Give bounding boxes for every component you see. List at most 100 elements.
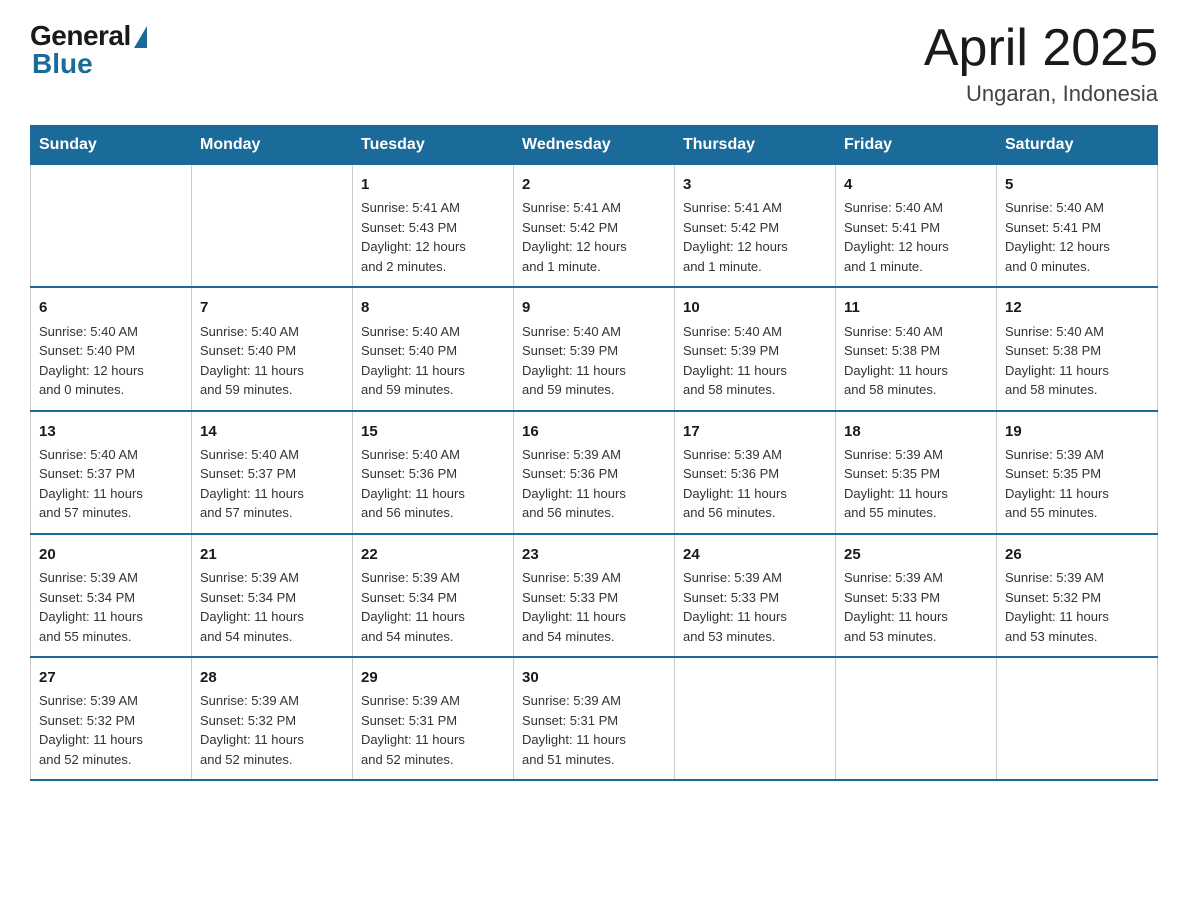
calendar-cell: 23Sunrise: 5:39 AMSunset: 5:33 PMDayligh… xyxy=(514,534,675,657)
day-number: 21 xyxy=(200,543,344,566)
day-number: 17 xyxy=(683,420,827,443)
day-number: 27 xyxy=(39,666,183,689)
calendar-cell xyxy=(836,657,997,780)
day-info: Sunrise: 5:39 AMSunset: 5:31 PMDaylight:… xyxy=(522,691,666,769)
day-number: 7 xyxy=(200,296,344,319)
calendar-header-friday: Friday xyxy=(836,126,997,165)
day-number: 15 xyxy=(361,420,505,443)
calendar-cell: 10 Sunrise: 5:40 AMSunset: 5:39 PMDayligh… xyxy=(675,287,836,410)
calendar-cell: 9 Sunrise: 5:40 AMSunset: 5:39 PMDaylight… xyxy=(514,287,675,410)
calendar-cell: 6 Sunrise: 5:40 AMSunset: 5:40 PMDaylight… xyxy=(31,287,192,410)
calendar-cell: 29Sunrise: 5:39 AMSunset: 5:31 PMDayligh… xyxy=(353,657,514,780)
page-title: April 2025 xyxy=(924,20,1158,77)
day-number: 5 xyxy=(1005,173,1149,196)
calendar-cell: 14Sunrise: 5:40 AMSunset: 5:37 PMDayligh… xyxy=(192,411,353,534)
day-number: 12 xyxy=(1005,296,1149,319)
calendar-header-wednesday: Wednesday xyxy=(514,126,675,165)
day-info: Sunrise: 5:39 AMSunset: 5:36 PMDaylight:… xyxy=(683,445,827,523)
calendar-cell: 20Sunrise: 5:39 AMSunset: 5:34 PMDayligh… xyxy=(31,534,192,657)
calendar-cell: 21Sunrise: 5:39 AMSunset: 5:34 PMDayligh… xyxy=(192,534,353,657)
calendar-cell: 8 Sunrise: 5:40 AMSunset: 5:40 PMDaylight… xyxy=(353,287,514,410)
day-info: Sunrise: 5:40 AMSunset: 5:37 PMDaylight:… xyxy=(39,445,183,523)
calendar-cell: 30Sunrise: 5:39 AMSunset: 5:31 PMDayligh… xyxy=(514,657,675,780)
calendar-cell: 7Sunrise: 5:40 AMSunset: 5:40 PMDaylight… xyxy=(192,287,353,410)
day-info: Sunrise: 5:40 AMSunset: 5:38 PMDaylight:… xyxy=(1005,322,1149,400)
day-number: 26 xyxy=(1005,543,1149,566)
logo-blue-text: Blue xyxy=(32,48,93,80)
day-info: Sunrise: 5:39 AMSunset: 5:33 PMDaylight:… xyxy=(844,568,988,646)
calendar-cell: 26Sunrise: 5:39 AMSunset: 5:32 PMDayligh… xyxy=(997,534,1158,657)
day-info: Sunrise: 5:40 AMSunset: 5:37 PMDaylight:… xyxy=(200,445,344,523)
calendar-cell xyxy=(997,657,1158,780)
day-number: 14 xyxy=(200,420,344,443)
day-info: Sunrise: 5:39 AMSunset: 5:33 PMDaylight:… xyxy=(522,568,666,646)
day-info: Sunrise: 5:40 AMSunset: 5:41 PMDaylight:… xyxy=(1005,198,1149,276)
day-number: 24 xyxy=(683,543,827,566)
title-block: April 2025 Ungaran, Indonesia xyxy=(924,20,1158,107)
calendar-cell: 24Sunrise: 5:39 AMSunset: 5:33 PMDayligh… xyxy=(675,534,836,657)
day-number: 23 xyxy=(522,543,666,566)
calendar-cell: 15Sunrise: 5:40 AMSunset: 5:36 PMDayligh… xyxy=(353,411,514,534)
calendar-cell: 22Sunrise: 5:39 AMSunset: 5:34 PMDayligh… xyxy=(353,534,514,657)
day-info: Sunrise: 5:40 AMSunset: 5:39 PMDaylight:… xyxy=(683,322,827,400)
calendar-cell: 17Sunrise: 5:39 AMSunset: 5:36 PMDayligh… xyxy=(675,411,836,534)
calendar-cell: 27Sunrise: 5:39 AMSunset: 5:32 PMDayligh… xyxy=(31,657,192,780)
day-number: 19 xyxy=(1005,420,1149,443)
calendar-week-row: 13Sunrise: 5:40 AMSunset: 5:37 PMDayligh… xyxy=(31,411,1158,534)
calendar-table: SundayMondayTuesdayWednesdayThursdayFrid… xyxy=(30,125,1158,781)
day-info: Sunrise: 5:40 AMSunset: 5:40 PMDaylight:… xyxy=(361,322,505,400)
day-number: 29 xyxy=(361,666,505,689)
day-number: 11 xyxy=(844,296,988,319)
calendar-cell: 13Sunrise: 5:40 AMSunset: 5:37 PMDayligh… xyxy=(31,411,192,534)
logo-triangle-icon xyxy=(134,26,147,48)
day-number: 28 xyxy=(200,666,344,689)
day-number: 8 xyxy=(361,296,505,319)
day-info: Sunrise: 5:41 AMSunset: 5:42 PMDaylight:… xyxy=(683,198,827,276)
calendar-week-row: 1Sunrise: 5:41 AMSunset: 5:43 PMDaylight… xyxy=(31,165,1158,288)
calendar-header-tuesday: Tuesday xyxy=(353,126,514,165)
calendar-header-row: SundayMondayTuesdayWednesdayThursdayFrid… xyxy=(31,126,1158,165)
day-info: Sunrise: 5:39 AMSunset: 5:34 PMDaylight:… xyxy=(39,568,183,646)
page-subtitle: Ungaran, Indonesia xyxy=(924,81,1158,107)
calendar-cell: 11 Sunrise: 5:40 AMSunset: 5:38 PMDayligh… xyxy=(836,287,997,410)
calendar-cell xyxy=(192,165,353,288)
calendar-week-row: 6 Sunrise: 5:40 AMSunset: 5:40 PMDaylight… xyxy=(31,287,1158,410)
calendar-cell xyxy=(675,657,836,780)
calendar-cell: 1Sunrise: 5:41 AMSunset: 5:43 PMDaylight… xyxy=(353,165,514,288)
calendar-cell: 2Sunrise: 5:41 AMSunset: 5:42 PMDaylight… xyxy=(514,165,675,288)
day-info: Sunrise: 5:41 AMSunset: 5:43 PMDaylight:… xyxy=(361,198,505,276)
day-number: 9 xyxy=(522,296,666,319)
calendar-cell: 4Sunrise: 5:40 AMSunset: 5:41 PMDaylight… xyxy=(836,165,997,288)
day-number: 3 xyxy=(683,173,827,196)
calendar-cell: 5Sunrise: 5:40 AMSunset: 5:41 PMDaylight… xyxy=(997,165,1158,288)
day-info: Sunrise: 5:40 AMSunset: 5:38 PMDaylight:… xyxy=(844,322,988,400)
day-info: Sunrise: 5:40 AMSunset: 5:36 PMDaylight:… xyxy=(361,445,505,523)
day-number: 18 xyxy=(844,420,988,443)
calendar-cell: 12 Sunrise: 5:40 AMSunset: 5:38 PMDayligh… xyxy=(997,287,1158,410)
day-info: Sunrise: 5:39 AMSunset: 5:35 PMDaylight:… xyxy=(1005,445,1149,523)
calendar-cell: 16Sunrise: 5:39 AMSunset: 5:36 PMDayligh… xyxy=(514,411,675,534)
day-info: Sunrise: 5:41 AMSunset: 5:42 PMDaylight:… xyxy=(522,198,666,276)
calendar-week-row: 27Sunrise: 5:39 AMSunset: 5:32 PMDayligh… xyxy=(31,657,1158,780)
calendar-cell: 18Sunrise: 5:39 AMSunset: 5:35 PMDayligh… xyxy=(836,411,997,534)
day-number: 13 xyxy=(39,420,183,443)
calendar-cell: 3Sunrise: 5:41 AMSunset: 5:42 PMDaylight… xyxy=(675,165,836,288)
day-info: Sunrise: 5:39 AMSunset: 5:32 PMDaylight:… xyxy=(39,691,183,769)
day-info: Sunrise: 5:39 AMSunset: 5:36 PMDaylight:… xyxy=(522,445,666,523)
day-info: Sunrise: 5:39 AMSunset: 5:33 PMDaylight:… xyxy=(683,568,827,646)
day-number: 20 xyxy=(39,543,183,566)
day-number: 25 xyxy=(844,543,988,566)
day-number: 4 xyxy=(844,173,988,196)
day-info: Sunrise: 5:40 AMSunset: 5:40 PMDaylight:… xyxy=(39,322,183,400)
day-number: 6 xyxy=(39,296,183,319)
day-info: Sunrise: 5:39 AMSunset: 5:32 PMDaylight:… xyxy=(200,691,344,769)
day-number: 10 xyxy=(683,296,827,319)
calendar-cell: 28Sunrise: 5:39 AMSunset: 5:32 PMDayligh… xyxy=(192,657,353,780)
calendar-header-monday: Monday xyxy=(192,126,353,165)
day-number: 22 xyxy=(361,543,505,566)
day-info: Sunrise: 5:40 AMSunset: 5:41 PMDaylight:… xyxy=(844,198,988,276)
day-number: 2 xyxy=(522,173,666,196)
day-info: Sunrise: 5:39 AMSunset: 5:35 PMDaylight:… xyxy=(844,445,988,523)
day-info: Sunrise: 5:39 AMSunset: 5:34 PMDaylight:… xyxy=(361,568,505,646)
day-info: Sunrise: 5:40 AMSunset: 5:39 PMDaylight:… xyxy=(522,322,666,400)
